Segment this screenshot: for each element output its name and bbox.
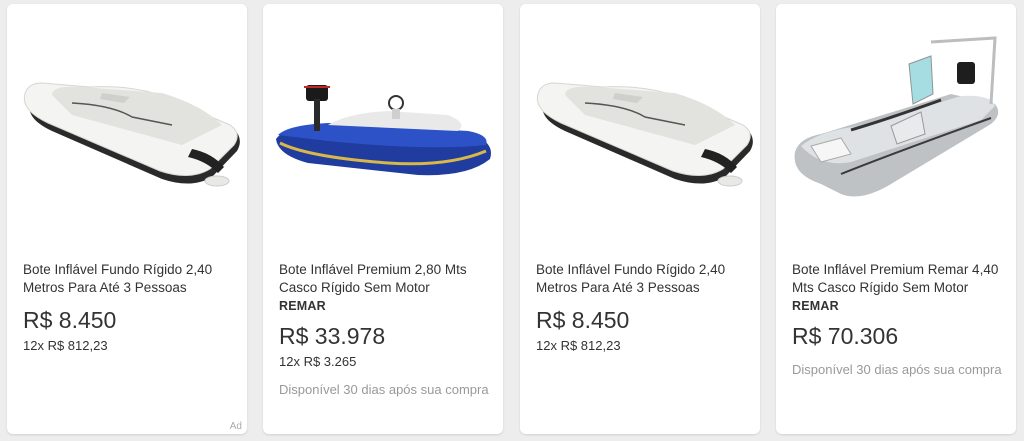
product-image-4[interactable]: [776, 4, 1016, 244]
product-image-3[interactable]: [520, 4, 760, 244]
product-title[interactable]: Bote Inflável Premium 2,80 Mts Casco Ríg…: [279, 261, 489, 297]
product-brand: REMAR: [279, 299, 326, 313]
white-inflatable-boat-icon: [23, 82, 240, 187]
product-installments: 12x R$ 812,23: [23, 338, 108, 353]
white-inflatable-boat-icon: [536, 82, 753, 187]
product-price: R$ 8.450: [536, 307, 630, 333]
product-brand: REMAR: [792, 299, 839, 313]
product-title[interactable]: Bote Inflável Fundo Rígido 2,40 Metros P…: [23, 261, 233, 297]
product-image-2[interactable]: [263, 4, 503, 244]
product-card-3[interactable]: Bote Inflável Fundo Rígido 2,40 Metros P…: [520, 4, 760, 434]
blue-rigid-boat-icon: [276, 85, 491, 176]
product-card-2[interactable]: Bote Inflável Premium 2,80 Mts Casco Ríg…: [263, 4, 503, 434]
availability-note: Disponível 30 dias após sua compra: [792, 362, 1002, 377]
product-installments: 12x R$ 812,23: [536, 338, 621, 353]
availability-note: Disponível 30 dias após sua compra: [279, 382, 489, 397]
product-title[interactable]: Bote Inflável Premium Remar 4,40 Mts Cas…: [792, 261, 1002, 297]
ad-badge: Ad: [229, 421, 242, 432]
product-title[interactable]: Bote Inflável Fundo Rígido 2,40 Metros P…: [536, 261, 746, 297]
product-card-1[interactable]: Bote Inflável Fundo Rígido 2,40 Metros P…: [7, 4, 247, 434]
product-price: R$ 70.306: [792, 323, 899, 349]
gray-rib-boat-icon: [794, 36, 999, 197]
product-image-1[interactable]: [7, 4, 247, 244]
product-price: R$ 8.450: [23, 307, 117, 333]
product-price: R$ 33.978: [279, 323, 386, 349]
product-installments: 12x R$ 3.265: [279, 354, 357, 369]
product-card-4[interactable]: Bote Inflável Premium Remar 4,40 Mts Cas…: [776, 4, 1016, 434]
